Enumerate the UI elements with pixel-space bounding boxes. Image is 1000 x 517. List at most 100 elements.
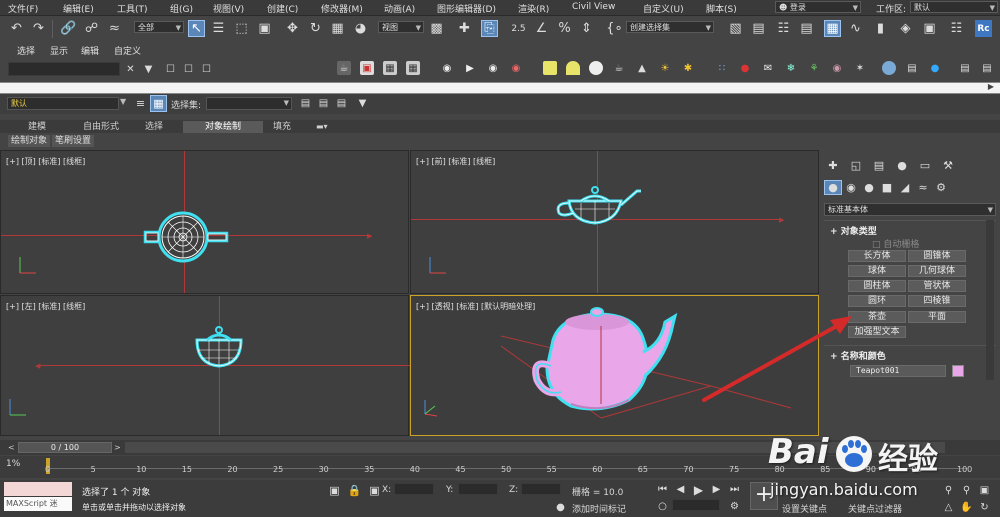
systems-icon[interactable]: ⚙ (932, 180, 950, 195)
previous-frame-icon[interactable]: ◀ (672, 481, 689, 498)
tab-freeform[interactable]: 自由形式 (79, 121, 123, 133)
motion-tab-icon[interactable]: ● (893, 158, 911, 173)
panel-icon[interactable]: ▤ (958, 61, 972, 75)
pyramid-button[interactable]: 四棱锥 (908, 295, 966, 307)
filter-icon[interactable]: ▼ (140, 61, 157, 78)
globe-icon[interactable] (882, 61, 896, 75)
hierarchy-tab-icon[interactable]: ▤ (870, 158, 888, 173)
cameras-icon[interactable]: ■ (878, 180, 896, 195)
shell-icon[interactable]: ◉ (830, 61, 844, 75)
orbit-icon[interactable]: ↻ (976, 499, 993, 516)
select-manipulate-icon[interactable]: ✚ (456, 20, 473, 37)
add-time-tag[interactable]: 添加时间标记 (572, 502, 626, 515)
clear-icon[interactable]: ✕ (122, 61, 139, 78)
viewport-front[interactable]: [+] [前] [标准] [线框] ▶ (410, 150, 819, 294)
selection-set-dropdown[interactable]: ▼ (206, 97, 292, 110)
menu-views[interactable]: 视图(V) (213, 2, 244, 15)
render-frame-icon[interactable]: ▣ (360, 61, 374, 75)
doc-icon[interactable]: ▤ (905, 61, 919, 75)
envelope-icon[interactable]: ✉ (761, 61, 775, 75)
layer-list-icon[interactable]: ▦ (150, 95, 167, 112)
zoom-icon[interactable]: ⚲ (940, 482, 957, 499)
dope-sheet-icon[interactable]: ▮ (872, 20, 889, 37)
zoom-all-icon[interactable]: ⚲ (958, 482, 975, 499)
layer-icon[interactable]: ☐ (198, 61, 215, 78)
x-field[interactable] (394, 483, 434, 495)
lock-icon[interactable]: ☐ (162, 61, 179, 78)
submenu-edit[interactable]: 编辑 (81, 44, 99, 57)
chevron-down-icon[interactable]: ▼ (120, 97, 126, 106)
edit-named-sets-icon[interactable]: {∘ (606, 20, 623, 37)
align-icon[interactable]: ▤ (750, 20, 767, 37)
play-icon[interactable]: ▶ (690, 481, 707, 498)
keyboard-shortcut-override-icon[interactable]: ⎘ (481, 20, 498, 37)
frame-slider[interactable]: 0 / 100 (18, 442, 112, 453)
percent-snap-icon[interactable]: % (556, 20, 573, 37)
menu-animation[interactable]: 动画(A) (384, 2, 415, 15)
z-field[interactable] (521, 483, 561, 495)
doc2-icon[interactable]: ▤ (333, 95, 350, 112)
maxscript-label[interactable]: MAXScript 迷 (4, 497, 72, 511)
box-icon[interactable] (543, 61, 557, 75)
chevron-left-icon[interactable]: < (8, 443, 17, 452)
rect-select-region-icon[interactable]: ⬚ (233, 20, 250, 37)
current-layer-field[interactable]: 默认 (7, 97, 119, 110)
lock-selection-icon[interactable]: 🔒 (346, 482, 363, 499)
plant-icon[interactable]: ⚘ (807, 61, 821, 75)
redo-icon[interactable]: ↷ (30, 20, 47, 37)
freeze-icon[interactable]: ☐ (180, 61, 197, 78)
flake-icon[interactable]: ❄ (784, 61, 798, 75)
camera-icon[interactable]: ◉ (440, 61, 454, 75)
y-field[interactable] (458, 483, 498, 495)
funnel-icon[interactable]: ▼ (354, 95, 371, 112)
sun-icon[interactable]: ☀ (658, 61, 672, 75)
schematic-view-icon[interactable]: ◈ (897, 20, 914, 37)
pivot-center-icon[interactable]: ▩ (428, 20, 445, 37)
spinner-snap-icon[interactable]: ⇕ (578, 20, 595, 37)
collapse-icon[interactable]: + (830, 227, 841, 237)
star-icon[interactable]: ✱ (681, 61, 695, 75)
shapes-icon[interactable]: ◉ (842, 180, 860, 195)
menu-group[interactable]: 组(G) (170, 2, 193, 15)
sphere-icon[interactable] (589, 61, 603, 75)
object-color-swatch[interactable] (952, 365, 964, 377)
zoom-extents-icon[interactable]: ▣ (976, 482, 993, 499)
viewport-left[interactable]: [+] [左] [标准] [线框] ◀ (0, 295, 410, 436)
menu-edit[interactable]: 编辑(E) (63, 2, 94, 15)
angle-snap-icon[interactable]: ∠ (533, 20, 550, 37)
teapot-render-icon[interactable]: ☕ (337, 61, 351, 75)
copy-icon[interactable]: ▤ (297, 95, 314, 112)
utilities-tab-icon[interactable]: ⚒ (939, 158, 957, 173)
viewport-label[interactable]: [+] [左] [标准] [线框] (6, 301, 85, 312)
undo-icon[interactable]: ↶ (8, 20, 25, 37)
transform-type-in-icon[interactable]: ▣ (366, 482, 383, 499)
isolate-icon[interactable]: ▣ (326, 482, 343, 499)
layer-explorer-icon[interactable]: ☷ (775, 20, 792, 37)
track-bar[interactable]: 1% (0, 456, 1000, 478)
unlink-icon[interactable]: ☍ (83, 20, 100, 37)
space-warps-icon[interactable]: ≈ (914, 180, 932, 195)
move-icon[interactable]: ✥ (284, 20, 301, 37)
tab-object-paint[interactable]: 对象绘制 (183, 121, 263, 133)
category-dropdown[interactable]: 标准基本体 ▼ (824, 203, 996, 216)
panel-scrollbar[interactable] (986, 220, 994, 380)
maxscript-listener-box[interactable] (4, 482, 72, 496)
submenu-select[interactable]: 选择 (17, 44, 35, 57)
bind-space-warp-icon[interactable]: ≈ (106, 20, 123, 37)
timeline-track[interactable] (125, 442, 945, 453)
submenu-customize[interactable]: 自定义 (114, 44, 141, 57)
select-object-icon[interactable]: ↖ (188, 20, 205, 37)
cone-icon[interactable]: ▲ (635, 61, 649, 75)
menu-tools[interactable]: 工具(T) (117, 2, 148, 15)
viewport-top[interactable]: [+] [顶] [标准] [线框] ▶ (0, 150, 409, 294)
menu-modifiers[interactable]: 修改器(M) (321, 2, 363, 15)
workspace-dropdown[interactable]: 默认 ▼ (910, 1, 998, 13)
tab-populate[interactable]: 填充 (269, 121, 295, 133)
reference-coord-dropdown[interactable]: 视图 ▼ (378, 21, 424, 33)
link-icon[interactable]: 🔗 (60, 20, 77, 37)
go-to-end-icon[interactable]: ⏭ (726, 481, 743, 498)
key-mode-icon[interactable]: ○ (654, 498, 671, 515)
key-filters-button[interactable]: 关键点过滤器 (848, 502, 902, 515)
selection-filter-dropdown[interactable]: 全部 ▼ (134, 21, 184, 33)
tab-selection[interactable]: 选择 (141, 121, 167, 133)
